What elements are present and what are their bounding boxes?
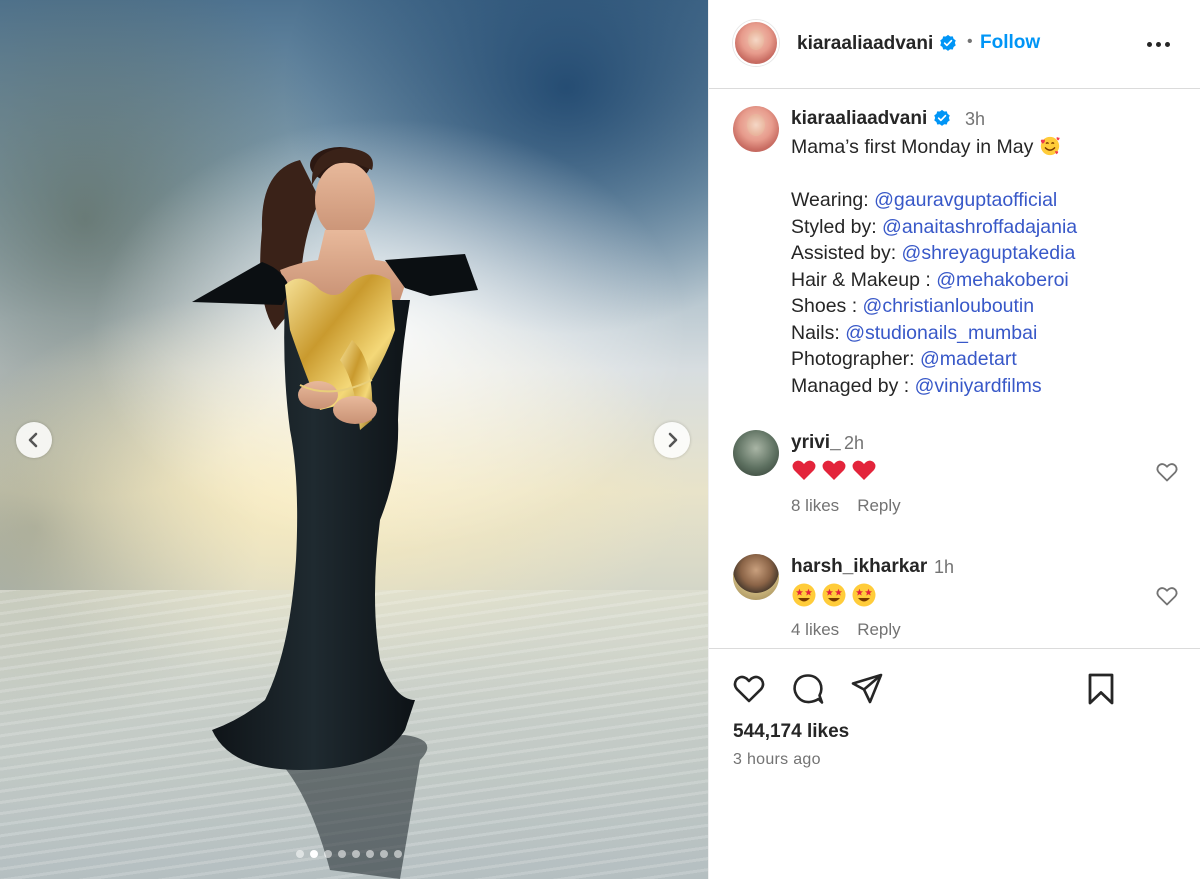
credit-line: Styled by: @anaitashroffadajania	[791, 214, 1077, 241]
comment-likes-count[interactable]: 4 likes	[791, 620, 839, 640]
mention-link[interactable]: @viniyardfilms	[915, 375, 1042, 397]
credit-line: Wearing: @gauravguptaofficial	[791, 187, 1077, 214]
credit-line: Shoes : @christianlouboutin	[791, 293, 1077, 320]
red-heart-icon	[822, 460, 846, 480]
verified-badge-icon	[939, 34, 956, 51]
caption-author-username[interactable]: kiaraaliaadvani	[791, 108, 951, 130]
share-paper-plane-icon[interactable]	[849, 671, 885, 707]
like-heart-icon[interactable]	[731, 671, 767, 707]
more-options-button[interactable]	[1147, 34, 1175, 54]
verified-badge-icon	[933, 109, 950, 126]
credit-line: Hair & Makeup : @mehakoberoi	[791, 267, 1077, 294]
more-dot	[1165, 41, 1170, 47]
mention-link[interactable]: @studionails_mumbai	[845, 322, 1037, 344]
post-timestamp[interactable]: 3 hours ago	[733, 751, 821, 769]
more-dot	[1147, 41, 1152, 47]
credit-label: Managed by :	[791, 374, 915, 397]
author-avatar[interactable]	[733, 20, 779, 66]
carousel-dot	[338, 850, 346, 858]
mention-link[interactable]: @christianlouboutin	[863, 295, 1035, 317]
mention-link[interactable]: @anaitashroffadajania	[882, 216, 1077, 238]
more-dot	[1156, 41, 1161, 47]
comment-timestamp[interactable]: 2h	[844, 433, 864, 454]
carousel-dot	[394, 850, 402, 858]
carousel-dot	[310, 850, 318, 858]
red-heart-icon	[852, 460, 876, 480]
mention-link[interactable]: @madetart	[920, 348, 1017, 370]
smiling-face-with-hearts-icon	[1040, 136, 1060, 156]
carousel-dot	[380, 850, 388, 858]
credit-label: Nails:	[791, 321, 846, 344]
reply-button[interactable]: Reply	[857, 496, 900, 516]
chevron-right-icon	[668, 432, 678, 448]
dot-separator: •	[967, 33, 973, 50]
caption-credits: Wearing: @gauravguptaofficial Styled by: …	[791, 187, 1077, 399]
post-media[interactable]	[0, 0, 708, 879]
credit-line: Nails: @studionails_mumbai	[791, 320, 1077, 347]
reply-button[interactable]: Reply	[857, 620, 900, 640]
comment-like-heart-icon[interactable]	[1155, 584, 1179, 608]
author-username-text[interactable]: kiaraaliaadvani	[797, 33, 933, 54]
comment-bubble-icon[interactable]	[790, 671, 826, 707]
credit-label: Photographer:	[791, 348, 921, 370]
caption-first-line-text: Mama’s first Monday in May	[791, 136, 1034, 158]
carousel-dot	[366, 850, 374, 858]
comment-timestamp[interactable]: 1h	[934, 557, 954, 578]
caption-timestamp[interactable]: 3h	[965, 109, 985, 130]
commenter-avatar[interactable]	[733, 430, 779, 476]
comments-section: kiaraaliaadvani 3h Mama’s first Monday i…	[709, 90, 1200, 650]
red-heart-icon	[792, 460, 816, 480]
carousel-indicator	[296, 850, 402, 858]
comment-item: yrivi_ 2h 8 likes Reply	[709, 430, 1200, 540]
next-slide-button[interactable]	[654, 422, 690, 458]
comment-text	[791, 458, 877, 482]
carousel-dot	[324, 850, 332, 858]
carousel-dot	[296, 850, 304, 858]
comment-text	[791, 582, 877, 608]
post-actions: 544,174 likes 3 hours ago	[709, 648, 1200, 879]
carousel-dot	[352, 850, 360, 858]
credit-label: Assisted by:	[791, 242, 902, 264]
commenter-username[interactable]: yrivi_	[791, 432, 841, 454]
chevron-left-icon	[28, 432, 38, 448]
caption-first-line: Mama’s first Monday in May	[791, 134, 1077, 161]
caption-text: Mama’s first Monday in May Wearing: @gau…	[791, 134, 1077, 399]
caption-username-text[interactable]: kiaraaliaadvani	[791, 108, 927, 129]
commenter-username[interactable]: harsh_ikharkar	[791, 556, 927, 578]
credit-label: Hair & Makeup :	[791, 268, 937, 291]
star-struck-icon	[792, 583, 816, 607]
mention-link[interactable]: @shreyaguptakedia	[902, 242, 1076, 264]
bookmark-icon[interactable]	[1083, 671, 1119, 707]
commenter-avatar[interactable]	[733, 554, 779, 600]
likes-count[interactable]: 544,174 likes	[733, 721, 849, 743]
star-struck-icon	[852, 583, 876, 607]
credit-label: Shoes :	[791, 295, 863, 317]
mention-link[interactable]: @gauravguptaofficial	[874, 189, 1057, 211]
credit-line: Photographer: @madetart	[791, 346, 1077, 373]
credit-label: Styled by:	[791, 215, 883, 238]
credit-line: Managed by : @viniyardfilms	[791, 373, 1077, 400]
post-header: kiaraaliaadvani • Follow	[709, 0, 1200, 89]
star-struck-icon	[822, 583, 846, 607]
comment-meta: 4 likes Reply	[791, 620, 901, 640]
credit-label: Wearing:	[791, 189, 875, 211]
author-username[interactable]: kiaraaliaadvani	[797, 33, 957, 55]
comment-item: harsh_ikharkar 1h 4 likes Reply	[709, 554, 1200, 650]
comment-meta: 8 likes Reply	[791, 496, 901, 516]
comment-likes-count[interactable]: 8 likes	[791, 496, 839, 516]
previous-slide-button[interactable]	[16, 422, 52, 458]
follow-button[interactable]: Follow	[980, 32, 1040, 54]
photo-subject	[192, 147, 478, 879]
post-side-panel: kiaraaliaadvani • Follow kiaraaliaadvani…	[708, 0, 1200, 879]
credit-line: Assisted by: @shreyaguptakedia	[791, 240, 1077, 267]
mention-link[interactable]: @mehakoberoi	[936, 269, 1069, 291]
comment-like-heart-icon[interactable]	[1155, 460, 1179, 484]
caption-author-avatar[interactable]	[733, 106, 779, 152]
